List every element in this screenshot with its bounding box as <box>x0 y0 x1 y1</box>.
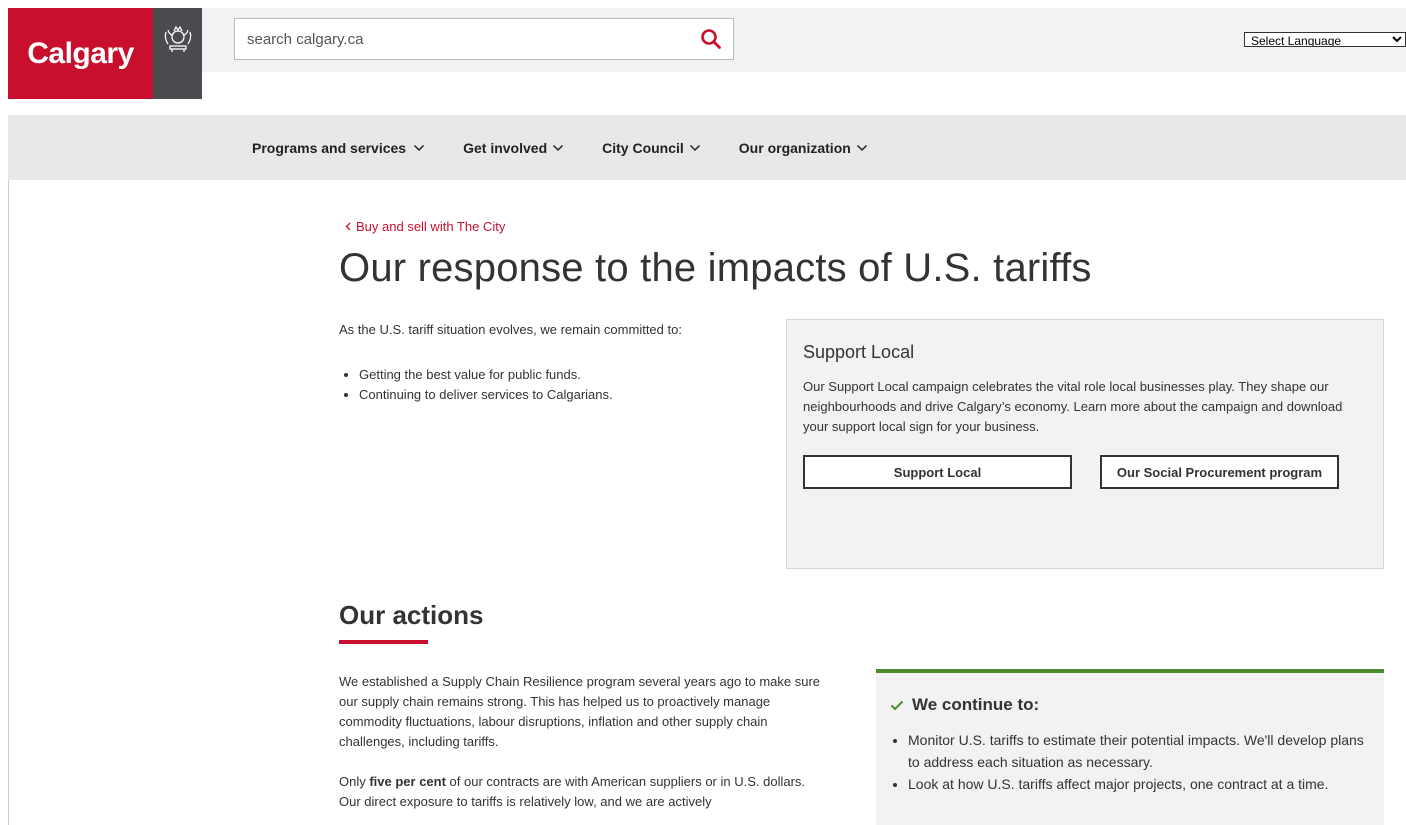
crest-icon <box>164 25 191 52</box>
nav-item-programs-and-services[interactable]: Programs and services <box>252 140 425 156</box>
nav-item-label: Get involved <box>463 139 548 156</box>
logo-text: Calgary <box>27 36 134 70</box>
language-select[interactable]: Select Language <box>1244 32 1406 47</box>
actions-paragraph-1: We established a Supply Chain Resilience… <box>339 674 821 749</box>
nav-item-label: City Council <box>602 139 684 156</box>
actions-heading: Our actions <box>339 600 484 630</box>
chevron-left-icon <box>345 222 351 231</box>
coat-of-arms-icon <box>153 8 202 99</box>
continue-list: Monitor U.S. tariffs to estimate their p… <box>890 729 1370 795</box>
support-local-button[interactable]: Support Local <box>803 455 1072 489</box>
actions-paragraph-2: Only five per cent of our contracts are … <box>339 772 829 812</box>
breadcrumb-label: Buy and sell with The City <box>356 219 506 234</box>
list-item: Look at how U.S. tariffs affect major pr… <box>908 773 1370 795</box>
support-local-card: Support Local Our Support Local campaign… <box>786 319 1384 569</box>
search-bar <box>234 18 734 60</box>
intro-section: As the U.S. tariff situation evolves, we… <box>339 322 759 405</box>
intro-list: Getting the best value for public funds.… <box>339 365 759 405</box>
chevron-down-icon <box>689 144 700 151</box>
checkmark-icon <box>890 700 904 710</box>
nav-item-label: Programs and services <box>252 139 407 156</box>
paragraph-text: Only <box>339 774 370 789</box>
nav-item-get-involved[interactable]: Get involved <box>463 140 564 156</box>
nav-item-our-organization[interactable]: Our organization <box>739 140 868 156</box>
page-title: Our response to the impacts of U.S. tari… <box>339 246 1092 290</box>
search-icon <box>701 29 721 49</box>
nav-item-city-council[interactable]: City Council <box>602 140 701 156</box>
heading-underline <box>339 640 428 644</box>
chevron-down-icon <box>553 144 564 151</box>
nav-item-label: Our organization <box>738 139 851 156</box>
search-button[interactable] <box>689 19 733 59</box>
support-local-title: Support Local <box>803 342 915 362</box>
list-item: Continuing to deliver services to Calgar… <box>359 385 759 405</box>
page-left-border <box>8 180 9 825</box>
calgary-logo[interactable]: Calgary <box>8 8 202 99</box>
support-local-buttons: Support Local Our Social Procurement pro… <box>803 455 1367 489</box>
continue-title: We continue to: <box>912 695 1040 714</box>
chevron-down-icon <box>856 144 867 151</box>
main-nav-band: Programs and services Get involved City … <box>8 115 1406 180</box>
list-item: Monitor U.S. tariffs to estimate their p… <box>908 729 1370 773</box>
continue-heading: We continue to: <box>890 695 1370 715</box>
breadcrumb-link[interactable]: Buy and sell with The City <box>345 219 505 234</box>
paragraph-emphasis: five per cent <box>369 774 446 789</box>
logo-wordmark: Calgary <box>8 8 153 99</box>
search-input[interactable] <box>235 19 689 59</box>
support-local-body: Our Support Local campaign celebrates th… <box>803 379 1343 434</box>
main-nav: Programs and services Get involved City … <box>252 115 906 180</box>
intro-text: As the U.S. tariff situation evolves, we… <box>339 322 682 337</box>
social-procurement-button[interactable]: Our Social Procurement program <box>1100 455 1339 489</box>
actions-body: We established a Supply Chain Resilience… <box>339 672 829 812</box>
list-item: Getting the best value for public funds. <box>359 365 759 385</box>
chevron-down-icon <box>414 144 425 151</box>
continue-card: We continue to: Monitor U.S. tariffs to … <box>876 669 1384 825</box>
